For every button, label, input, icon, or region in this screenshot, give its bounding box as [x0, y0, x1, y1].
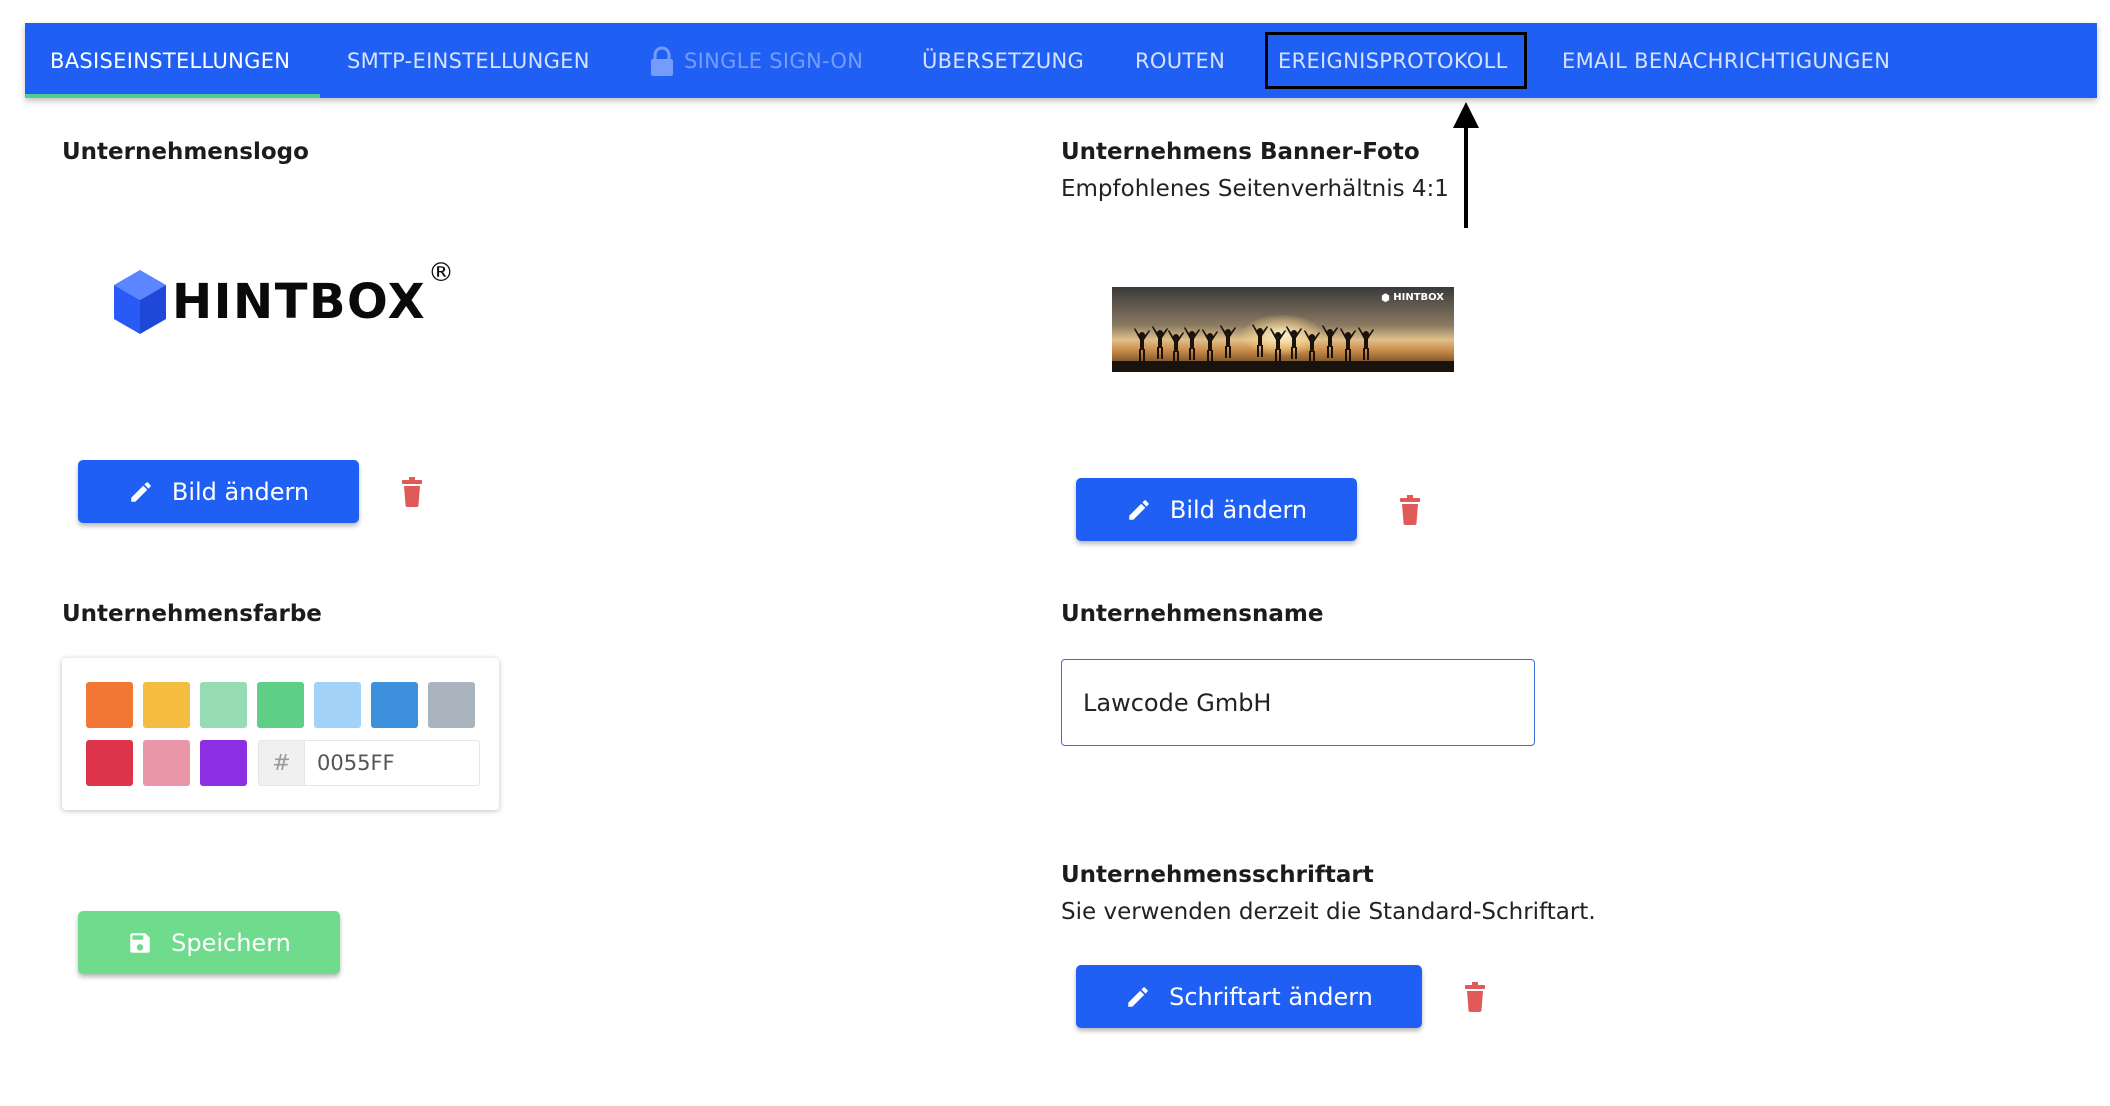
banner-brand: HINTBOX	[1381, 292, 1444, 303]
tab-label: BASISEINSTELLUNGEN	[50, 48, 291, 73]
hex-prefix: #	[258, 740, 304, 786]
tab-single-sign-on: SINGLE SIGN-ON	[650, 23, 863, 98]
color-swatch[interactable]	[371, 682, 418, 728]
change-banner-button[interactable]: Bild ändern	[1076, 478, 1357, 541]
tab-ereignisprotokoll[interactable]: EREIGNISPROTOKOLL	[1278, 23, 1508, 98]
tab-routen[interactable]: ROUTEN	[1135, 23, 1225, 98]
tab-email-benachrichtigungen[interactable]: EMAIL BENACHRICHTIGUNGEN	[1562, 23, 1890, 98]
pencil-icon	[131, 481, 151, 502]
font-section-label: Unternehmensschriftart	[1061, 862, 1374, 888]
pencil-icon	[1129, 499, 1149, 520]
color-swatch[interactable]	[200, 682, 247, 728]
tab-label: EREIGNISPROTOKOLL	[1278, 48, 1508, 73]
logo-section-label: Unternehmenslogo	[62, 139, 309, 165]
button-label: Bild ändern	[1169, 495, 1308, 524]
settings-tabbar: BASISEINSTELLUNGEN SMTP-EINSTELLUNGEN SI…	[25, 23, 2097, 98]
tab-basiseinstellungen[interactable]: BASISEINSTELLUNGEN	[50, 23, 290, 98]
company-name-input[interactable]	[1061, 659, 1535, 746]
save-button[interactable]: Speichern	[78, 911, 340, 974]
pencil-icon	[1128, 986, 1148, 1007]
delete-banner-trash-icon[interactable]	[1398, 495, 1422, 525]
color-swatch[interactable]	[86, 740, 133, 786]
cube-logo-icon	[1382, 292, 1390, 302]
color-swatch[interactable]	[143, 740, 190, 786]
cube-logo-icon	[114, 270, 166, 334]
tab-uebersetzung[interactable]: ÜBERSETZUNG	[922, 23, 1084, 98]
delete-font-trash-icon[interactable]	[1463, 982, 1487, 1012]
annotation-arrow-icon	[1453, 102, 1479, 228]
button-label: Schriftart ändern	[1169, 982, 1373, 1011]
change-font-button[interactable]: Schriftart ändern	[1076, 965, 1422, 1028]
color-swatch[interactable]	[200, 740, 247, 786]
change-logo-button[interactable]: Bild ändern	[78, 460, 359, 523]
company-logo: HINTBOX ®	[110, 258, 460, 348]
tab-label: SINGLE SIGN-ON	[684, 48, 864, 73]
font-hint: Sie verwenden derzeit die Standard-Schri…	[1061, 899, 1596, 925]
color-swatch[interactable]	[143, 682, 190, 728]
delete-logo-trash-icon[interactable]	[400, 477, 424, 507]
hex-color-input[interactable]	[304, 740, 480, 786]
button-label: Speichern	[171, 928, 291, 957]
tab-smtp-einstellungen[interactable]: SMTP-EINSTELLUNGEN	[347, 23, 590, 98]
registered-mark: ®	[428, 258, 454, 288]
lock-icon	[650, 46, 674, 76]
color-swatch[interactable]	[314, 682, 361, 728]
color-section-label: Unternehmensfarbe	[62, 601, 322, 627]
active-tab-indicator	[25, 94, 320, 98]
banner-section-label: Unternehmens Banner-Foto	[1061, 139, 1420, 165]
color-swatch[interactable]	[86, 682, 133, 728]
tab-label: ÜBERSETZUNG	[922, 48, 1085, 73]
color-picker: #	[62, 658, 499, 810]
name-section-label: Unternehmensname	[1061, 601, 1324, 627]
tab-label: SMTP-EINSTELLUNGEN	[347, 48, 590, 73]
tab-label: ROUTEN	[1135, 48, 1226, 73]
tab-label: EMAIL BENACHRICHTIGUNGEN	[1562, 48, 1891, 73]
color-swatch[interactable]	[257, 682, 304, 728]
button-label: Bild ändern	[171, 477, 310, 506]
floppy-disk-icon	[130, 932, 150, 953]
banner-hint: Empfohlenes Seitenverhältnis 4:1	[1061, 176, 1449, 202]
logo-wordmark: HINTBOX	[172, 274, 427, 330]
color-swatch[interactable]	[428, 682, 475, 728]
banner-image: HINTBOX	[1112, 287, 1454, 372]
banner-brand-text: HINTBOX	[1393, 292, 1444, 303]
